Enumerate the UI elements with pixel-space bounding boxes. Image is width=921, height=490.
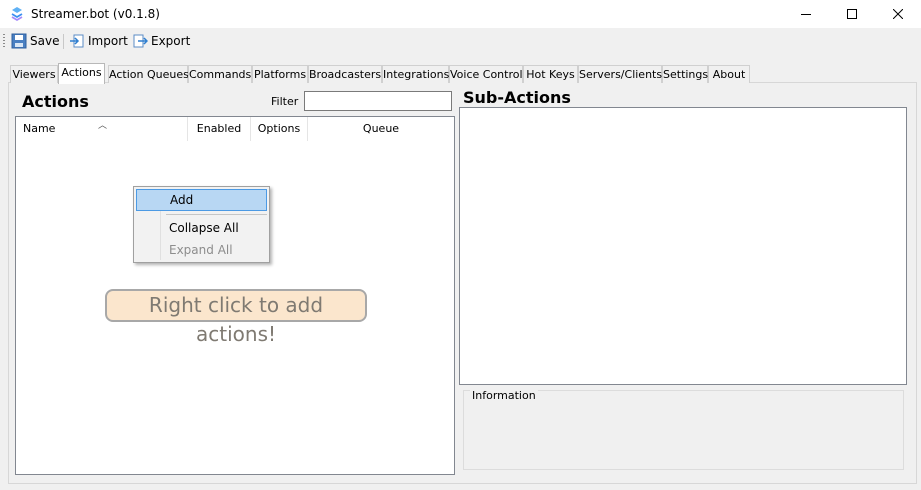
menu-item-add[interactable]: Add [136, 189, 267, 211]
maximize-button[interactable] [829, 0, 875, 28]
context-menu: Add Collapse All Expand All [133, 186, 270, 263]
filter-input[interactable] [304, 91, 452, 111]
tab-actions[interactable]: Actions [58, 63, 105, 84]
column-header-enabled[interactable]: Enabled [188, 117, 251, 141]
column-enabled-label: Enabled [196, 122, 242, 135]
window-title: Streamer.bot (v0.1.8) [31, 7, 160, 21]
export-button[interactable]: Export [132, 32, 190, 50]
column-header-queue[interactable]: Queue [308, 117, 454, 141]
column-options-label: Options [257, 122, 301, 135]
sort-ascending-icon: ︿ [98, 121, 108, 131]
tab-hot-keys[interactable]: Hot Keys [523, 65, 578, 83]
close-icon [893, 9, 903, 19]
column-header-name[interactable]: ︿ Name [16, 117, 188, 141]
toolbar-separator [63, 34, 64, 49]
subactions-list[interactable] [459, 107, 907, 385]
tab-settings[interactable]: Settings [662, 65, 708, 83]
column-name-label: Name [23, 122, 56, 135]
minimize-icon [801, 14, 811, 15]
tab-broadcasters[interactable]: Broadcasters [308, 65, 382, 83]
minimize-button[interactable] [783, 0, 829, 28]
tab-action-queues[interactable]: Action Queues [108, 65, 189, 83]
toolbar: Save Import Export [0, 28, 921, 54]
information-label: Information [470, 389, 538, 402]
import-button[interactable]: Import [69, 32, 128, 50]
column-header-options[interactable]: Options [251, 117, 308, 141]
title-bar: Streamer.bot (v0.1.8) [0, 0, 921, 28]
column-queue-label: Queue [362, 122, 400, 135]
export-icon [133, 34, 148, 48]
empty-actions-hint: Right click to add actions! [105, 289, 367, 346]
import-label: Import [88, 34, 128, 48]
information-groupbox [463, 390, 904, 470]
tab-about[interactable]: About [708, 65, 750, 83]
export-label: Export [151, 34, 191, 48]
save-button[interactable]: Save [11, 32, 59, 50]
streamerbot-logo-icon [11, 7, 23, 22]
tab-platforms[interactable]: Platforms [252, 65, 308, 83]
save-label: Save [30, 34, 60, 48]
tab-voice-control[interactable]: Voice Control [449, 65, 523, 83]
actions-heading: Actions [22, 92, 89, 111]
menu-separator [166, 214, 267, 215]
toolbar-grip[interactable] [3, 34, 5, 48]
close-button[interactable] [875, 0, 921, 28]
import-icon [70, 34, 84, 48]
menu-item-expand-all[interactable]: Expand All [136, 239, 267, 261]
save-icon [11, 33, 27, 49]
filter-label: Filter [271, 95, 299, 108]
tab-viewers[interactable]: Viewers [10, 65, 58, 83]
tab-servers-clients[interactable]: Servers/Clients [578, 65, 662, 83]
menu-item-collapse-all[interactable]: Collapse All [136, 217, 267, 239]
subactions-heading: Sub-Actions [463, 88, 571, 107]
tab-integrations[interactable]: Integrations [382, 65, 449, 83]
tab-commands[interactable]: Commands [188, 65, 252, 83]
maximize-icon [847, 9, 857, 19]
